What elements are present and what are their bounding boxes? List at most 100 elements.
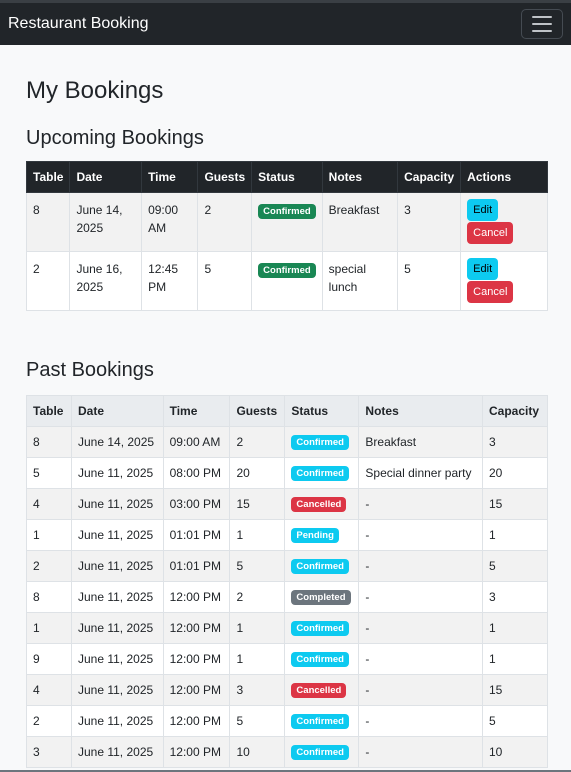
cancel-button[interactable]: Cancel <box>467 281 514 303</box>
cell-capacity: 3 <box>397 192 462 252</box>
cell-time: 12:00 PM <box>162 736 231 768</box>
cell-table: 1 <box>26 612 72 644</box>
column-header-guests: Guests <box>229 395 286 427</box>
table-header-row: Table Date Time Guests Status Notes Capa… <box>26 395 549 427</box>
status-badge: Completed <box>291 590 351 605</box>
cell-notes: - <box>358 674 483 706</box>
cell-date: June 11, 2025 <box>70 519 164 551</box>
cell-guests: 1 <box>229 643 286 675</box>
cell-table: 1 <box>26 519 72 551</box>
cell-status: Confirmed <box>284 736 360 768</box>
table-row: 3 June 11, 2025 12:00 PM 10 Confirmed -10 <box>26 736 549 768</box>
cell-date: June 14, 2025 <box>69 192 143 252</box>
cell-notes: Special dinner party <box>358 457 483 489</box>
hamburger-icon-line <box>532 23 552 25</box>
cell-date: June 11, 2025 <box>70 488 164 520</box>
upcoming-bookings-table: Table Date Time Guests Status Notes Capa… <box>25 161 548 311</box>
cell-status: Pending <box>284 519 360 551</box>
navbar: Restaurant Booking <box>0 0 571 45</box>
status-badge: Confirmed <box>291 559 349 574</box>
cell-status: Confirmed <box>251 251 323 311</box>
cell-guests: 1 <box>229 519 286 551</box>
navbar-brand[interactable]: Restaurant Booking <box>8 15 149 33</box>
cell-notes: - <box>358 488 483 520</box>
table-row: 2 June 11, 2025 01:01 PM 5 Confirmed -5 <box>26 550 549 582</box>
main-container: My Bookings Upcoming Bookings Table Date… <box>0 76 571 768</box>
table-header-row: Table Date Time Guests Status Notes Capa… <box>25 161 548 193</box>
hamburger-icon-line <box>532 16 552 18</box>
cell-table: 9 <box>26 643 72 675</box>
table-row: 1 June 11, 2025 12:00 PM 1 Confirmed -1 <box>26 612 549 644</box>
cell-time: 09:00 AM <box>141 192 199 252</box>
column-header-actions: Actions <box>460 161 548 193</box>
cell-status: Completed <box>284 581 360 613</box>
cell-capacity: 1 <box>481 519 549 551</box>
navbar-toggler-button[interactable] <box>521 9 563 39</box>
status-badge: Confirmed <box>291 714 349 729</box>
cell-date: June 11, 2025 <box>70 550 164 582</box>
cell-capacity: 5 <box>481 705 549 737</box>
status-badge: Confirmed <box>291 621 349 636</box>
cell-table: 3 <box>26 736 72 768</box>
cell-status: Confirmed <box>284 705 360 737</box>
cell-date: June 11, 2025 <box>70 457 164 489</box>
cell-guests: 5 <box>229 705 286 737</box>
column-header-guests: Guests <box>197 161 253 193</box>
cell-capacity: 3 <box>481 581 549 613</box>
cell-notes: - <box>358 550 483 582</box>
cell-guests: 5 <box>197 251 253 311</box>
past-bookings-table: Table Date Time Guests Status Notes Capa… <box>26 395 549 768</box>
cell-time: 03:00 PM <box>162 488 231 520</box>
cell-status: Confirmed <box>284 550 360 582</box>
status-badge: Confirmed <box>291 745 349 760</box>
cell-table: 2 <box>25 251 71 311</box>
cell-table: 8 <box>26 581 72 613</box>
cell-notes: Breakfast <box>358 426 483 458</box>
cell-notes: - <box>358 519 483 551</box>
cell-status: Confirmed <box>284 426 360 458</box>
cell-table: 2 <box>26 550 72 582</box>
cell-time: 12:00 PM <box>162 581 231 613</box>
edit-button[interactable]: Edit <box>467 199 499 221</box>
table-row: 8 June 14, 2025 09:00 AM 2 Confirmed Breakfas… <box>25 192 548 252</box>
cell-guests: 3 <box>229 674 286 706</box>
cell-guests: 2 <box>229 581 286 613</box>
cell-notes: - <box>358 705 483 737</box>
cell-capacity: 20 <box>481 457 549 489</box>
cell-status: Confirmed <box>284 457 360 489</box>
column-header-table: Table <box>26 395 72 427</box>
cell-notes: - <box>358 581 483 613</box>
cell-time: 12:00 PM <box>162 643 231 675</box>
status-badge: Confirmed <box>258 204 316 219</box>
cell-capacity: 3 <box>481 426 549 458</box>
cell-guests: 1 <box>229 612 286 644</box>
cell-capacity: 15 <box>481 674 549 706</box>
cell-guests: 20 <box>229 457 286 489</box>
cell-notes: - <box>358 736 483 768</box>
cell-capacity: 1 <box>481 643 549 675</box>
edit-button[interactable]: Edit <box>467 258 499 280</box>
column-header-time: Time <box>162 395 231 427</box>
cell-capacity: 15 <box>481 488 549 520</box>
status-badge: Confirmed <box>291 435 349 450</box>
cell-time: 12:00 PM <box>162 705 231 737</box>
cell-capacity: 5 <box>481 550 549 582</box>
table-row: 2 June 16, 2025 12:45 PM 5 Confirmed special … <box>25 251 548 311</box>
cell-status: Confirmed <box>284 643 360 675</box>
cell-guests: 5 <box>229 550 286 582</box>
cell-table: 5 <box>26 457 72 489</box>
cell-actions: Edit Cancel <box>460 251 548 311</box>
cell-actions: Edit Cancel <box>460 192 548 252</box>
cell-date: June 11, 2025 <box>70 705 164 737</box>
cell-date: June 11, 2025 <box>70 674 164 706</box>
cell-table: 8 <box>26 426 72 458</box>
cell-time: 12:45 PM <box>141 251 199 311</box>
cell-date: June 16, 2025 <box>69 251 143 311</box>
cancel-button[interactable]: Cancel <box>467 222 514 244</box>
cell-date: June 14, 2025 <box>70 426 164 458</box>
hamburger-icon-line <box>532 30 552 32</box>
cell-table: 8 <box>25 192 71 252</box>
cell-date: June 11, 2025 <box>70 612 164 644</box>
page-title: My Bookings <box>26 77 164 104</box>
cell-guests: 2 <box>229 426 286 458</box>
